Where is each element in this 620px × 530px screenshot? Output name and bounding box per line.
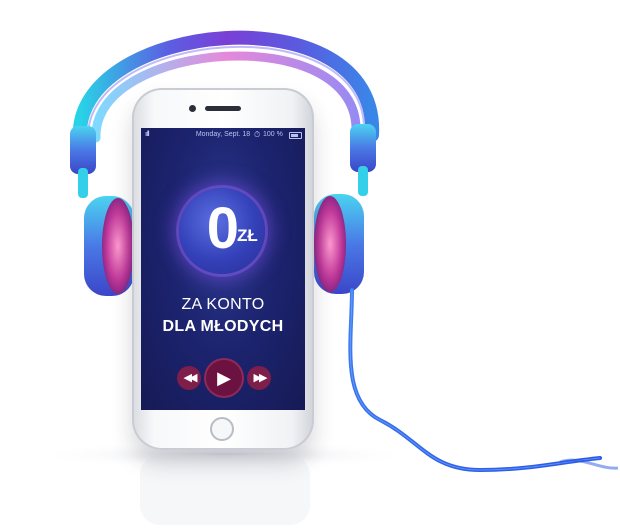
phone: ıılll Monday, Sept. 18 ⏱ 100 % 0 ZŁ ZA K… bbox=[132, 88, 314, 450]
fast-forward-icon: ▶▶ bbox=[253, 372, 268, 384]
battery-percent: 100 % bbox=[263, 131, 283, 138]
price-value: 0 bbox=[206, 196, 239, 261]
promo-text-line2: DLA MŁODYCH bbox=[162, 318, 284, 335]
phone-screen: ıılll Monday, Sept. 18 ⏱ 100 % 0 ZŁ ZA K… bbox=[141, 128, 305, 410]
play-button[interactable]: ▶ bbox=[206, 360, 242, 396]
play-icon: ▶ bbox=[217, 368, 231, 388]
battery-icon bbox=[289, 132, 302, 139]
alarm-clock-icon: ⏱ bbox=[254, 130, 261, 139]
status-bar: ıılll Monday, Sept. 18 ⏱ 100 % bbox=[141, 128, 305, 142]
media-player-controls: ◀◀ ▶ ▶▶ bbox=[177, 360, 271, 396]
rewind-button[interactable]: ◀◀ bbox=[177, 366, 201, 390]
fast-forward-button[interactable]: ▶▶ bbox=[247, 366, 271, 390]
price-currency: ZŁ bbox=[237, 226, 258, 245]
home-button[interactable] bbox=[210, 417, 234, 441]
price-badge: 0 ZŁ bbox=[179, 188, 265, 274]
promo-illustration: ıılll Monday, Sept. 18 ⏱ 100 % 0 ZŁ ZA K… bbox=[0, 0, 620, 530]
phone-speaker bbox=[205, 106, 241, 111]
rewind-icon: ◀◀ bbox=[183, 372, 198, 384]
promo-text-line1: ZA KONTO bbox=[181, 296, 265, 313]
front-camera bbox=[189, 105, 196, 112]
